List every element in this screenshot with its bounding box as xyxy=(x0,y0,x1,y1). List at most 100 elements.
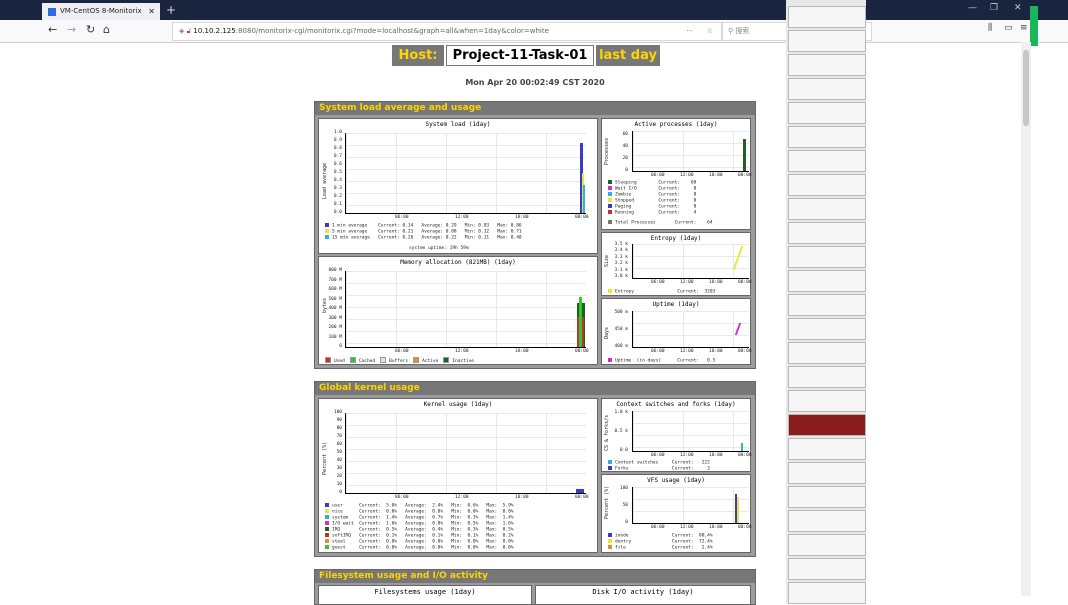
page-actions-icon[interactable]: ··· xyxy=(686,23,693,40)
entropy-legend: Entropy Current: 3203 xyxy=(608,289,715,296)
graph-thumbnail[interactable] xyxy=(788,438,866,460)
x-tick-label: 06:00 xyxy=(651,173,665,178)
x-tick-label: 12:00 xyxy=(680,453,694,458)
vfs-usage-graph[interactable]: VFS usage (1day) Percent (%) 100 50 0 06:0… xyxy=(601,474,752,553)
scrollbar-thumb[interactable] xyxy=(1023,50,1029,126)
legend-text: Running Current: 4 xyxy=(615,210,697,216)
forward-icon[interactable]: → xyxy=(67,23,76,36)
legend-swatch xyxy=(608,539,612,543)
y-tick-label: 500 M xyxy=(328,296,342,302)
graph-thumbnail[interactable] xyxy=(788,486,866,508)
back-icon[interactable]: ← xyxy=(48,23,57,36)
legend-text: softIRQ Current: 0.1% Average: 0.1% Min:… xyxy=(332,533,514,539)
y-tick-label: 0.9 xyxy=(333,138,342,143)
bookmark-star-icon[interactable]: ☆ xyxy=(707,23,713,40)
x-tick-label: 12:00 xyxy=(455,349,469,354)
y-tick-label: 3.1 k xyxy=(614,267,628,273)
minimize-icon[interactable]: — xyxy=(968,3,977,13)
graph-thumbnail[interactable] xyxy=(788,318,866,340)
close-tab-icon[interactable]: ✕ xyxy=(148,3,155,20)
graph-thumbnail[interactable] xyxy=(788,270,866,292)
graph-thumbnail[interactable] xyxy=(788,150,866,172)
reload-icon[interactable]: ↻ xyxy=(86,23,95,36)
entropy-graph[interactable]: Entropy (1day) Size 3.5 k 3.4 k 3.3 k 3.2 k… xyxy=(601,232,752,296)
plot-area xyxy=(345,271,586,348)
close-window-icon[interactable]: ✕ xyxy=(1014,3,1022,13)
legend-text: Entropy Current: 3203 xyxy=(615,289,716,295)
graph-thumbnail[interactable] xyxy=(788,246,866,268)
graph-thumbnail[interactable] xyxy=(788,510,866,532)
system-load-graph[interactable]: System load (1day) Load average 1.0 0.9 0.… xyxy=(318,118,598,254)
graph-thumbnail[interactable] xyxy=(788,222,866,244)
x-tick-label: 18:00 xyxy=(709,173,723,178)
y-tick-label: 3.2 k xyxy=(614,261,628,267)
graph-thumbnail[interactable] xyxy=(788,102,866,124)
legend-text: Buffers xyxy=(389,358,409,364)
legend-text: user Current: 5.0% Average: 2.4% Min: 0.… xyxy=(332,503,514,509)
x-tick-label: 06:00 xyxy=(395,495,409,500)
legend-text: 1 min average Current: 0.14 Average: 0.2… xyxy=(332,223,522,229)
legend-row: Used Cached Buffers Active Inactive xyxy=(325,357,479,365)
plot-area xyxy=(632,131,749,172)
browser-chrome: VM-CentOS 8-Monitorix ✕ + — ❐ ✕ ← → ↻ ⌂ … xyxy=(0,0,1068,43)
graph-thumbnail[interactable] xyxy=(788,198,866,220)
y-tick-label: 0.1 xyxy=(333,202,342,207)
graph-thumbnail[interactable] xyxy=(788,174,866,196)
plot-area xyxy=(345,413,586,494)
menu-icon[interactable]: ≡ xyxy=(1020,23,1028,33)
graph-thumbnail[interactable] xyxy=(788,390,866,412)
y-tick-label: 450 m xyxy=(614,327,628,332)
legend-swatch xyxy=(608,180,612,184)
graph-thumbnail[interactable] xyxy=(788,558,866,580)
x-tick-label: 18:00 xyxy=(709,280,723,285)
legend-row: Running Current: 4 xyxy=(608,210,696,217)
kernel-usage-graph[interactable]: Kernel usage (1day) Percent (%) 100 90 80 7… xyxy=(318,398,598,553)
host-name: Project-11-Task-01 xyxy=(446,45,594,66)
legend-swatch xyxy=(325,235,329,239)
disk-io-graph[interactable]: Disk I/O activity (1day) xyxy=(535,585,751,604)
legend-swatch xyxy=(325,509,329,513)
x-tick-label: 06:00 xyxy=(651,525,665,530)
graph-thumbnail[interactable] xyxy=(788,126,866,148)
graph-thumbnail[interactable] xyxy=(788,534,866,556)
processes-graph[interactable]: Active processes (1day) Processes 60 40 20… xyxy=(601,118,752,230)
new-tab-icon[interactable]: + xyxy=(166,3,176,17)
graph-thumbnail[interactable] xyxy=(788,342,866,364)
legend-text: Inactive xyxy=(452,358,475,364)
graph-thumbnail[interactable] xyxy=(788,366,866,388)
x-tick-label: 12:00 xyxy=(455,215,469,220)
filesystem-section-title: Filesystem usage and I/O activity xyxy=(315,570,755,583)
graph-title: Memory allocation (821MB) (1day) xyxy=(400,259,516,266)
graph-thumbnail[interactable] xyxy=(788,6,866,28)
memory-graph[interactable]: Memory allocation (821MB) (1day) bytes 8… xyxy=(318,256,598,365)
legend-swatch xyxy=(325,533,329,537)
graph-thumbnail[interactable] xyxy=(788,54,866,76)
plot-area xyxy=(632,411,749,452)
uptime-graph[interactable]: Uptime (1day) Days 500 m 450 m 400 m 06:00… xyxy=(601,298,752,365)
maximize-icon[interactable]: ❐ xyxy=(990,3,998,13)
y-tick-label: 0.6 xyxy=(333,162,342,167)
filesystems-usage-graph[interactable]: Filesystems usage (1day) xyxy=(318,585,532,604)
legend-text: Uptime (in days) Current: 0.5 xyxy=(615,358,716,364)
context-switches-graph[interactable]: Context switches and forks (1day) CS & f… xyxy=(601,398,752,472)
graph-title: Kernel usage (1day) xyxy=(423,401,493,408)
graph-thumbnail[interactable] xyxy=(788,582,866,604)
x-tick-label: 06:00 xyxy=(395,215,409,220)
y-tick-label: 0.3 xyxy=(333,186,342,191)
graph-thumbnail[interactable] xyxy=(788,294,866,316)
x-tick-label: 18:00 xyxy=(515,495,529,500)
library-icon[interactable]: ⫼ xyxy=(988,23,992,33)
graph-thumbnail[interactable] xyxy=(788,462,866,484)
y-tick-label: 600 M xyxy=(328,287,342,292)
graph-thumbnail[interactable] xyxy=(788,30,866,52)
y-tick-label: 0.5 k xyxy=(614,429,628,434)
x-tick-label: 18:00 xyxy=(515,215,529,220)
reader-icon[interactable]: ▭ xyxy=(1004,23,1013,33)
graph-thumbnail[interactable] xyxy=(788,78,866,100)
legend-swatch xyxy=(325,223,329,227)
home-icon[interactable]: ⌂ xyxy=(103,23,110,36)
browser-tab[interactable]: VM-CentOS 8-Monitorix ✕ xyxy=(42,3,160,20)
address-bar[interactable]: ◈ 🔓︎ 10.10.2.125:8080/monitorix-cgi/moni… xyxy=(172,22,722,41)
page-scrollbar[interactable] xyxy=(1021,42,1031,596)
graph-thumbnail[interactable] xyxy=(788,414,866,436)
